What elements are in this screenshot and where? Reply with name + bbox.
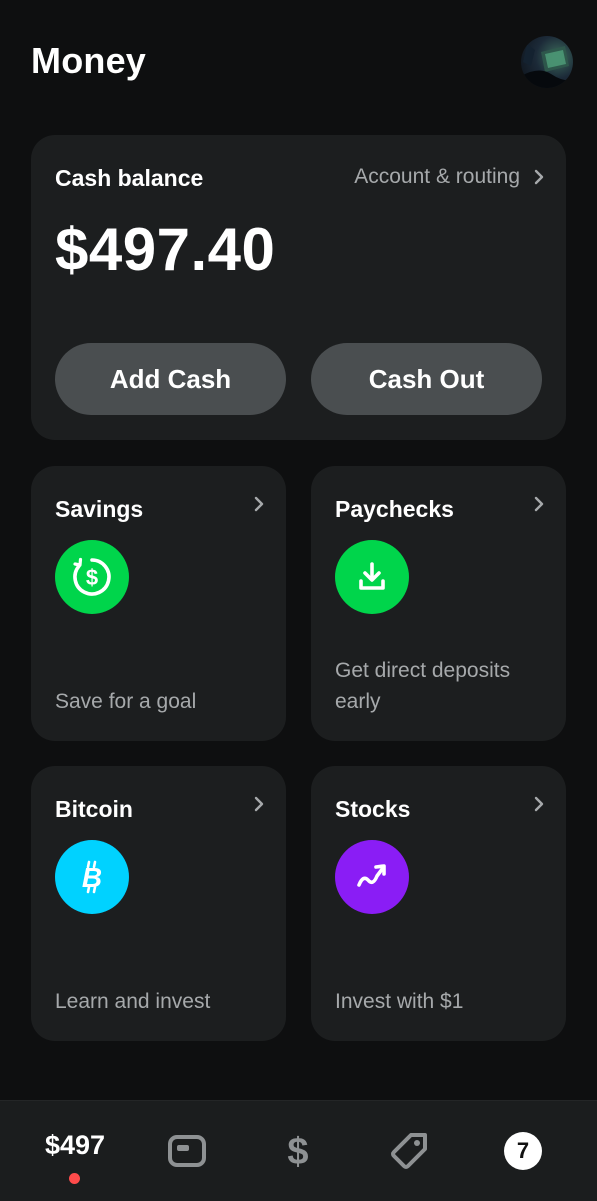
bitcoin-icon: B — [55, 840, 129, 914]
trend-arrow-icon — [335, 840, 409, 914]
stocks-description: Invest with $1 — [335, 990, 464, 1013]
savings-tile[interactable]: Savings $ Save for a goal — [31, 466, 286, 741]
account-routing-label: Account & routing — [354, 165, 520, 188]
dollar-sign-icon: $ — [287, 1131, 308, 1171]
chevron-right-icon — [534, 796, 544, 812]
cash-balance-amount: $497.40 — [55, 216, 276, 283]
savings-description: Save for a goal — [55, 690, 197, 713]
paychecks-title: Paychecks — [335, 496, 454, 522]
cash-balance-card: Cash balance Account & routing $497.40 A… — [31, 135, 566, 440]
chevron-right-icon — [534, 169, 544, 185]
activity-badge: 7 — [504, 1132, 542, 1170]
svg-text:B: B — [82, 862, 102, 893]
bottom-nav: $497 $ 7 — [0, 1100, 597, 1201]
chevron-right-icon — [254, 796, 264, 812]
activity-tab[interactable]: 7 — [493, 1101, 553, 1201]
savings-title: Savings — [55, 496, 144, 522]
paychecks-tile[interactable]: Paychecks Get direct deposits early — [311, 466, 566, 741]
stocks-tile[interactable]: Stocks Invest with $1 — [311, 766, 566, 1041]
bitcoin-tile[interactable]: Bitcoin B Learn and invest — [31, 766, 286, 1041]
stocks-title: Stocks — [335, 796, 411, 822]
avatar[interactable] — [521, 36, 573, 88]
page-title: Money — [31, 40, 147, 81]
chevron-right-icon — [254, 496, 264, 512]
paychecks-description: Get direct deposits early — [335, 659, 511, 713]
card-tab[interactable] — [157, 1101, 217, 1201]
pay-tab[interactable]: $ — [268, 1101, 328, 1201]
bitcoin-description: Learn and invest — [55, 990, 211, 1013]
card-icon — [168, 1135, 206, 1167]
offers-tab[interactable] — [380, 1101, 440, 1201]
avatar-image — [521, 44, 573, 88]
tag-icon — [391, 1133, 427, 1169]
add-cash-button[interactable]: Add Cash — [55, 343, 286, 415]
account-routing-link[interactable]: Account & routing — [354, 165, 544, 189]
svg-text:$: $ — [86, 565, 98, 590]
svg-text:$: $ — [287, 1131, 308, 1171]
money-tab-balance: $497 — [44, 1129, 106, 1160]
cash-out-button[interactable]: Cash Out — [311, 343, 542, 415]
dollar-circle-icon: $ — [55, 540, 129, 614]
notification-dot — [69, 1173, 80, 1184]
chevron-right-icon — [534, 496, 544, 512]
download-tray-icon — [335, 540, 409, 614]
bitcoin-title: Bitcoin — [55, 796, 133, 822]
cash-balance-label: Cash balance — [55, 165, 204, 191]
